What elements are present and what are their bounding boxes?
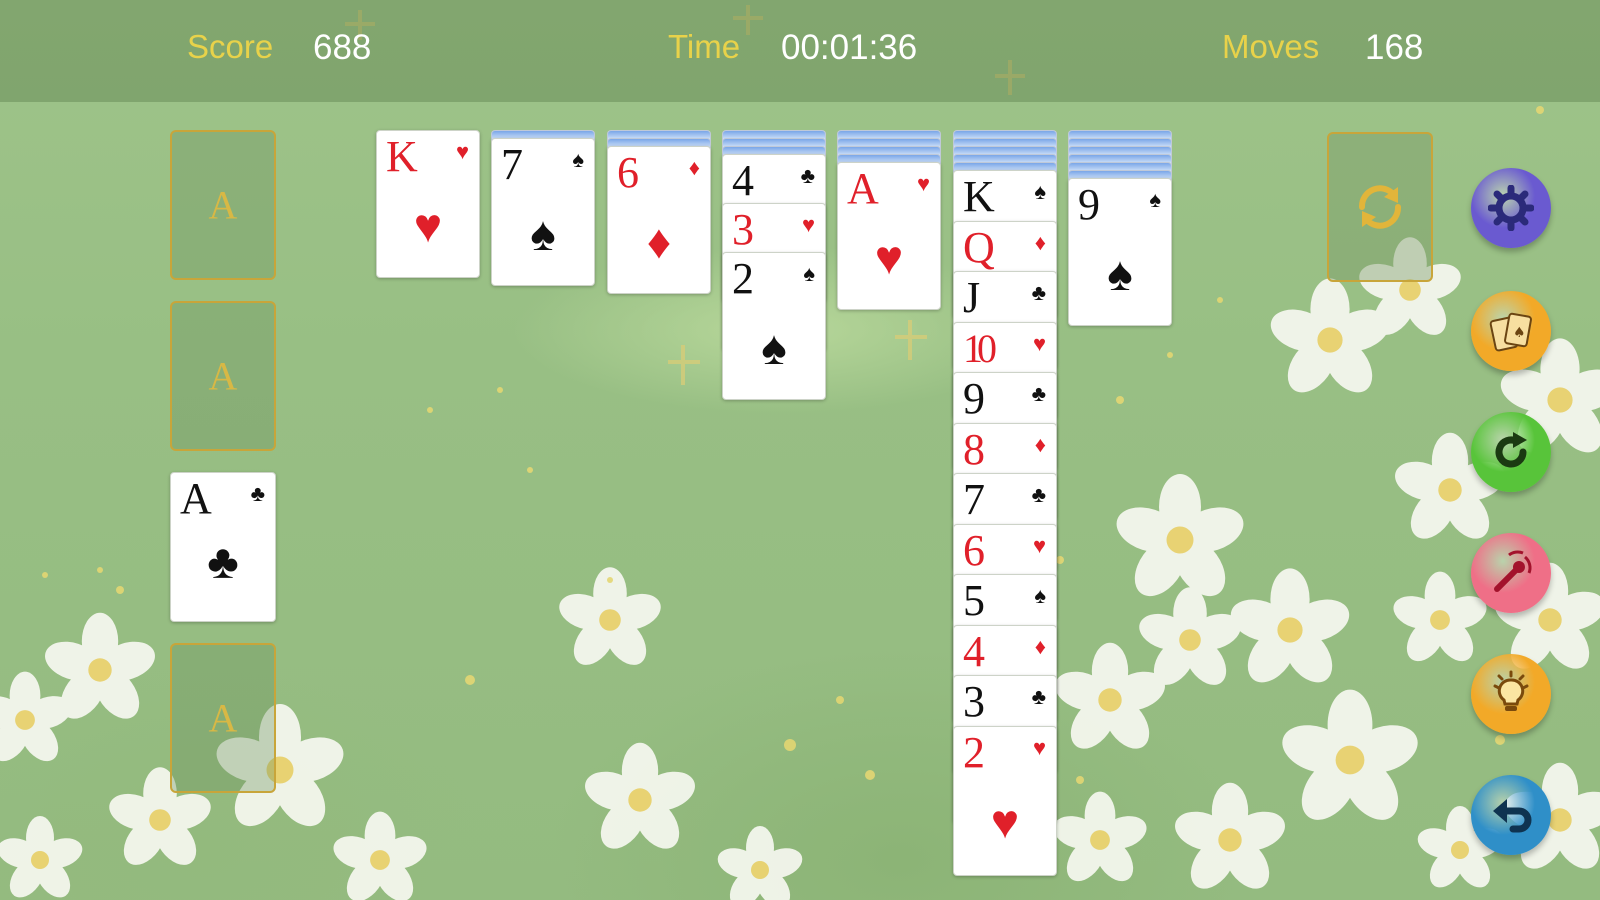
diamond-icon: ♦ (1034, 229, 1046, 255)
foundation-slot-letter: A (208, 182, 238, 228)
settings-button[interactable] (1471, 168, 1551, 248)
card-rank: K (386, 132, 418, 181)
card-rank: 3 (732, 205, 754, 254)
spade-icon: ♠ (803, 261, 815, 286)
stock-pile[interactable] (1327, 132, 1433, 282)
heart-icon: ♥ (801, 212, 815, 237)
theme-button[interactable]: ♠ (1471, 291, 1551, 371)
game-board: Score 688 Time 00:01:36 Moves 168 A A A ♣ ♣ A… (0, 0, 1600, 900)
club-icon: ♣ (1031, 280, 1046, 305)
heart-icon: ♥ (455, 139, 469, 164)
heart-icon: ♥ (1032, 734, 1046, 760)
card-k-heart[interactable]: K ♥ ♥ (376, 130, 480, 278)
card-rank: 8 (963, 424, 985, 474)
foundation-slot[interactable]: A (170, 301, 276, 451)
club-icon: ♣ (207, 536, 239, 589)
card-rank: 2 (732, 254, 754, 303)
foundation-slot[interactable]: A (170, 643, 276, 793)
club-icon: ♣ (1031, 482, 1046, 507)
card-rank: 2 (963, 727, 985, 777)
card-rank: 7 (963, 475, 985, 524)
foundation-slot-letter: A (208, 353, 238, 399)
club-icon: ♣ (250, 481, 265, 506)
card-rank: K (963, 172, 995, 221)
undo-button[interactable] (1471, 775, 1551, 855)
card-rank: 4 (963, 626, 985, 676)
heart-icon: ♥ (916, 171, 930, 196)
card-rank: 6 (963, 525, 985, 575)
diamond-icon: ♦ (1034, 431, 1046, 457)
spade-icon: ♠ (572, 147, 584, 172)
spade-icon: ♠ (761, 322, 787, 375)
card-rank: 7 (501, 140, 523, 189)
spade-icon: ♠ (1034, 583, 1046, 608)
card-2-heart[interactable]: 2 ♥ ♥ (953, 725, 1057, 876)
moves-value: 168 (1365, 28, 1424, 67)
card-7-spade[interactable]: 7 ♠ ♠ (491, 138, 595, 286)
card-a-club[interactable]: A ♣ ♣ (170, 472, 276, 622)
diamond-icon: ♦ (646, 216, 672, 269)
card-rank: A (180, 474, 212, 523)
foundation-slot[interactable]: A (170, 130, 276, 280)
svg-text:♠: ♠ (1513, 325, 1526, 341)
card-9-spade[interactable]: 9 ♠ ♠ (1068, 178, 1172, 326)
foundation-slot-letter: A (208, 695, 238, 741)
card-rank: Q (963, 222, 995, 272)
club-icon: ♣ (1031, 381, 1046, 406)
card-2-spade[interactable]: 2 ♠ ♠ (722, 252, 826, 400)
spade-icon: ♠ (1149, 187, 1161, 212)
diamond-icon: ♦ (688, 155, 700, 180)
heart-icon: ♥ (1032, 330, 1046, 356)
card-a-heart[interactable]: A ♥ ♥ (837, 162, 941, 310)
card-rank: A (847, 164, 879, 213)
refresh-icon (1495, 432, 1527, 468)
club-icon: ♣ (800, 163, 815, 188)
heart-icon: ♥ (874, 232, 904, 285)
spade-icon: ♠ (530, 208, 556, 261)
lightbulb-icon (1493, 670, 1529, 711)
magic-wand-icon (1494, 550, 1532, 592)
score-label: Score (187, 28, 274, 65)
heart-icon: ♥ (1032, 532, 1046, 558)
card-rank: 3 (963, 677, 985, 726)
moves-label: Moves (1222, 28, 1320, 65)
cards-icon: ♠ (1489, 312, 1532, 352)
time-label: Time (668, 28, 741, 65)
card-rank: 9 (1078, 180, 1100, 229)
hint-button[interactable] (1471, 654, 1551, 734)
card-rank: 4 (732, 156, 754, 205)
card-rank: 10 (963, 325, 997, 371)
spade-icon: ♠ (1034, 179, 1046, 204)
score-value: 688 (313, 28, 372, 67)
card-rank: 5 (963, 576, 985, 625)
gear-icon (1488, 185, 1534, 231)
heart-icon: ♥ (413, 200, 443, 253)
club-icon: ♣ (1031, 684, 1046, 709)
card-6-diamond[interactable]: 6 ♦ ♦ (607, 146, 711, 294)
spade-icon: ♠ (1107, 248, 1133, 301)
heart-icon: ♥ (990, 795, 1020, 849)
card-rank: 6 (617, 148, 639, 197)
card-rank: J (963, 273, 981, 322)
top-status-bar: Score 688 Time 00:01:36 Moves 168 (0, 0, 1600, 102)
time-value: 00:01:36 (781, 28, 918, 67)
restart-button[interactable] (1471, 412, 1551, 492)
undo-icon (1493, 799, 1532, 833)
recycle-icon (1359, 185, 1401, 229)
card-rank: 9 (963, 374, 985, 423)
magic-button[interactable] (1471, 533, 1551, 613)
diamond-icon: ♦ (1034, 633, 1046, 659)
